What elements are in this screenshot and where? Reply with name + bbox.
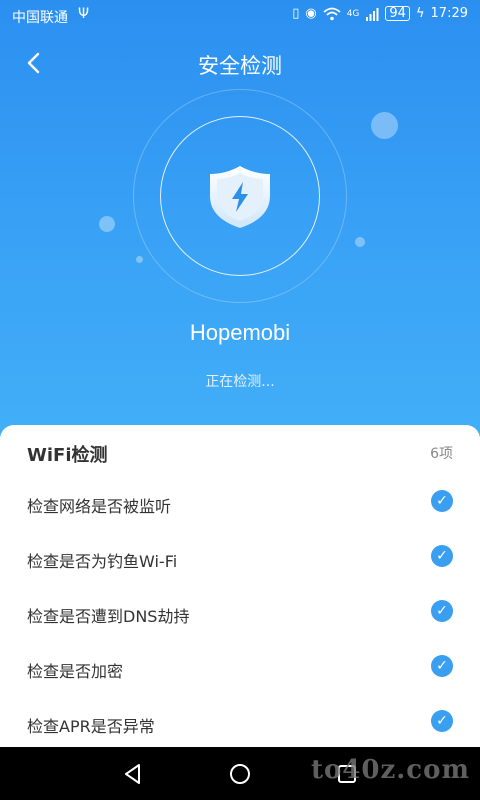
section-title: WiFi检测 (27, 445, 108, 466)
check-item-label: 检查是否加密 (27, 662, 124, 681)
clock: 17:29 (430, 6, 468, 21)
page-title: 安全检测 (198, 54, 282, 78)
check-item-label: 检查是否遭到DNS劫持 (27, 607, 190, 626)
system-icons: ▯ ◉ 4G 94 ϟ 17:29 (292, 6, 468, 21)
check-icon: ✓ (431, 655, 453, 677)
battery-level: 94 (385, 6, 410, 21)
system-nav-bar: to40z.com (0, 747, 480, 800)
check-item-label: 检查网络是否被监听 (27, 497, 172, 516)
check-item: 检查网络是否被监听 ✓ (27, 488, 453, 518)
check-icon: ✓ (431, 490, 453, 512)
usb-icon: Ψ (78, 6, 90, 22)
decor-bubble (99, 216, 115, 232)
scan-status: 正在检测... (205, 374, 275, 390)
site-watermark: to40z.com (310, 755, 470, 785)
vibrate-icon: ▯ (292, 6, 300, 21)
network-type-label: 4G (346, 8, 360, 19)
circle-home-icon[interactable] (227, 761, 253, 787)
check-icon: ✓ (431, 600, 453, 622)
signal-icon (366, 7, 379, 21)
status-bar: 中国联通 Ψ ▯ ◉ 4G 94 ϟ 17:29 (0, 0, 480, 32)
decor-bubble (355, 237, 365, 247)
check-item: 检查是否加密 ✓ (27, 653, 453, 683)
check-item-label: 检查APR是否异常 (27, 717, 155, 736)
check-item: 检查APR是否异常 ✓ (27, 708, 453, 738)
check-icon: ✓ (431, 545, 453, 567)
check-item-label: 检查是否为钓鱼Wi-Fi (27, 552, 178, 571)
app-name: Hopemobi (189, 320, 291, 345)
decor-bubble (371, 112, 398, 139)
scan-hero: 中国联通 Ψ ▯ ◉ 4G 94 ϟ 17:29 安全检测 Hopemobi 正… (0, 0, 480, 460)
check-icon: ✓ (431, 710, 453, 732)
item-count: 6项 (430, 446, 453, 462)
charging-icon: ϟ (415, 6, 425, 21)
check-item: 检查是否为钓鱼Wi-Fi ✓ (27, 543, 453, 573)
check-item: 检查是否遭到DNS劫持 ✓ (27, 598, 453, 628)
decor-bubble (136, 256, 143, 263)
wifi-check-card: WiFi检测 6项 检查网络是否被监听 ✓ 检查是否为钓鱼Wi-Fi ✓ 检查是… (0, 425, 480, 755)
triangle-back-icon[interactable] (120, 761, 146, 787)
card-header: WiFi检测 6项 (27, 441, 453, 466)
shield-lightning-icon (210, 166, 270, 228)
wifi-icon (323, 7, 341, 20)
carrier-label: 中国联通 (12, 10, 68, 26)
eye-icon: ◉ (305, 6, 317, 21)
